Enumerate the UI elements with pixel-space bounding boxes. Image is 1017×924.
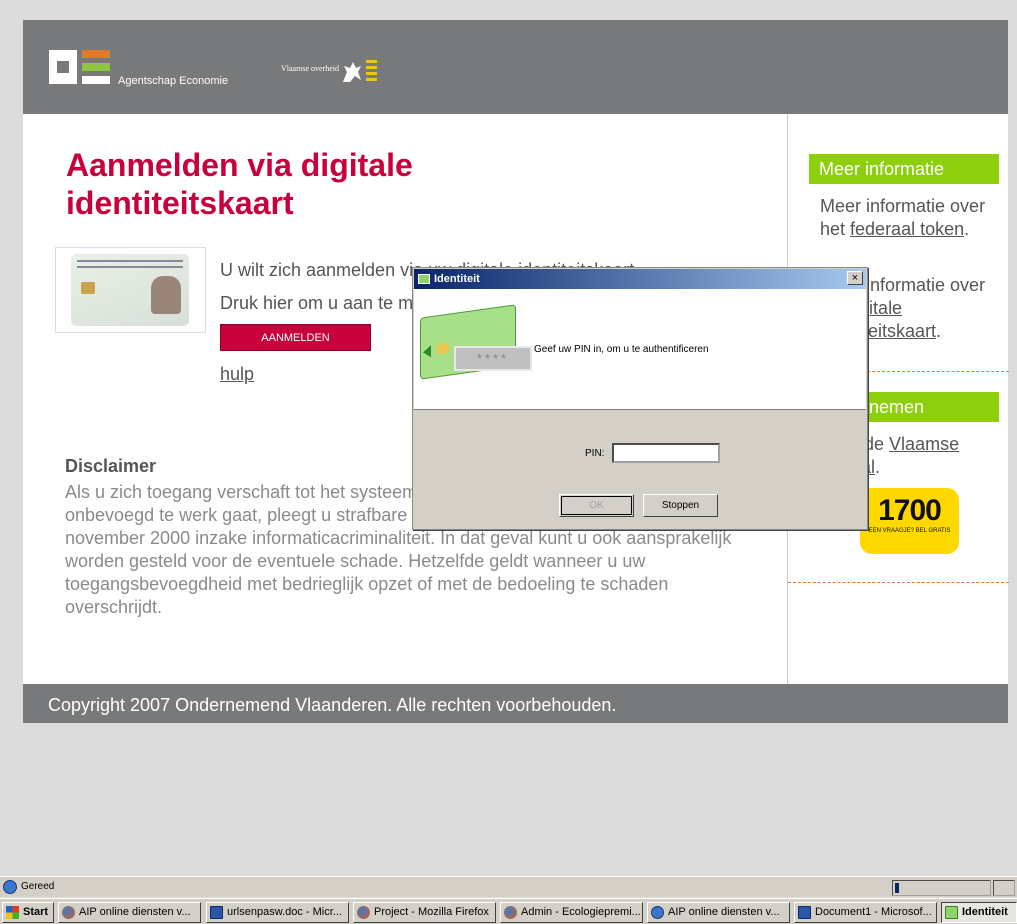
taskbar-item-document1-word[interactable]: Document1 - Microsof... [794,902,937,923]
page-title: Aanmelden via digitale identiteitskaart [66,147,413,221]
logo-bar-green [82,63,110,71]
taskbar-item-word-urlsenpasw[interactable]: urlsenpasw.doc - Micr... [206,902,349,923]
taskbar-item-identiteit[interactable]: Identiteit [941,902,1017,923]
arrow-icon [423,345,431,359]
taskbar-item-aip-firefox[interactable]: AIP online diensten v... [58,902,201,923]
status-text: Gereed [21,881,55,892]
site-header: Agentschap Economie Vlaamse overheid [23,20,1008,114]
start-button[interactable]: Start [2,902,54,923]
browser-statusbar: Gereed [0,876,1017,897]
federaal-token-link[interactable]: federaal token [850,219,964,239]
task-label: AIP online diensten v... [79,906,191,918]
taskbar-item-admin-ecologie[interactable]: Admin - Ecologiepremi... [500,902,643,923]
dialog-info-panel: **** Geef uw PIN in, om u te authentific… [414,289,866,410]
help-link[interactable]: hulp [220,364,254,385]
dialog-title: Identiteit [434,273,480,285]
dialog-titlebar[interactable]: Identiteit [414,269,866,289]
vlaamse-overheid-text: Vlaamse overheid [281,64,339,73]
hotline-number: 1700 [878,494,942,527]
firefox-icon [62,906,75,919]
hotline-1700-banner[interactable]: 1700 EEN VRAAGJE? BEL GRATIS [860,488,959,554]
card-icon [418,274,430,284]
windows-taskbar: Start AIP online diensten v... urlsenpas… [0,898,1017,924]
eid-card-icon [71,254,189,326]
sidebar-heading-info: Meer informatie [809,154,999,184]
sidebar-info-token: Meer informatie over het federaal token. [820,196,986,239]
pin-mask-graphic: **** [454,346,532,371]
ok-button[interactable]: OK [559,494,634,517]
task-label: Admin - Ecologiepremi... [521,906,641,918]
taskbar-item-aip-ie[interactable]: AIP online diensten v... [647,902,790,923]
divider [788,582,1009,583]
word-icon [210,906,223,919]
stoppen-button[interactable]: Stoppen [643,494,718,517]
logo-bar-white [82,76,110,84]
pin-input[interactable] [612,443,720,463]
agentschap-logo-icon[interactable] [49,50,77,84]
disclaimer-heading: Disclaimer [65,456,157,476]
chip-icon [437,342,449,355]
task-label: Identiteit [962,906,1008,918]
hotline-subtext: EEN VRAAGJE? BEL GRATIS [868,528,951,534]
identiteit-dialog: Identiteit × **** Geef uw PIN in, om u t… [412,267,868,530]
pin-label: PIN: [585,448,605,459]
close-button[interactable]: × [847,271,863,285]
vlaamse-leeuw-icon [343,60,377,82]
login-button[interactable]: AANMELDEN [220,324,371,351]
logo-text: Agentschap Economie [118,75,229,87]
task-label: AIP online diensten v... [668,906,780,918]
taskbar-item-project-firefox[interactable]: Project - Mozilla Firefox [353,902,496,923]
ie-page-icon [3,880,17,894]
task-label: Document1 - Microsof... [815,906,932,918]
site-footer: Copyright 2007 Ondernemend Vlaanderen. A… [23,684,1008,723]
start-label: Start [23,906,49,918]
logo-bar-orange [82,50,110,58]
eid-card-image [55,247,206,333]
task-label: Project - Mozilla Firefox [374,906,489,918]
windows-logo-icon [6,906,19,919]
progress-bar [892,880,991,896]
internet-explorer-icon [651,906,664,919]
firefox-icon [357,906,370,919]
dialog-message: Geef uw PIN in, om u te authentificeren [534,344,709,355]
word-icon [798,906,811,919]
firefox-icon [504,906,517,919]
card-icon [945,906,958,919]
status-zone-cell [993,880,1015,896]
task-label: urlsenpasw.doc - Micr... [227,906,342,918]
